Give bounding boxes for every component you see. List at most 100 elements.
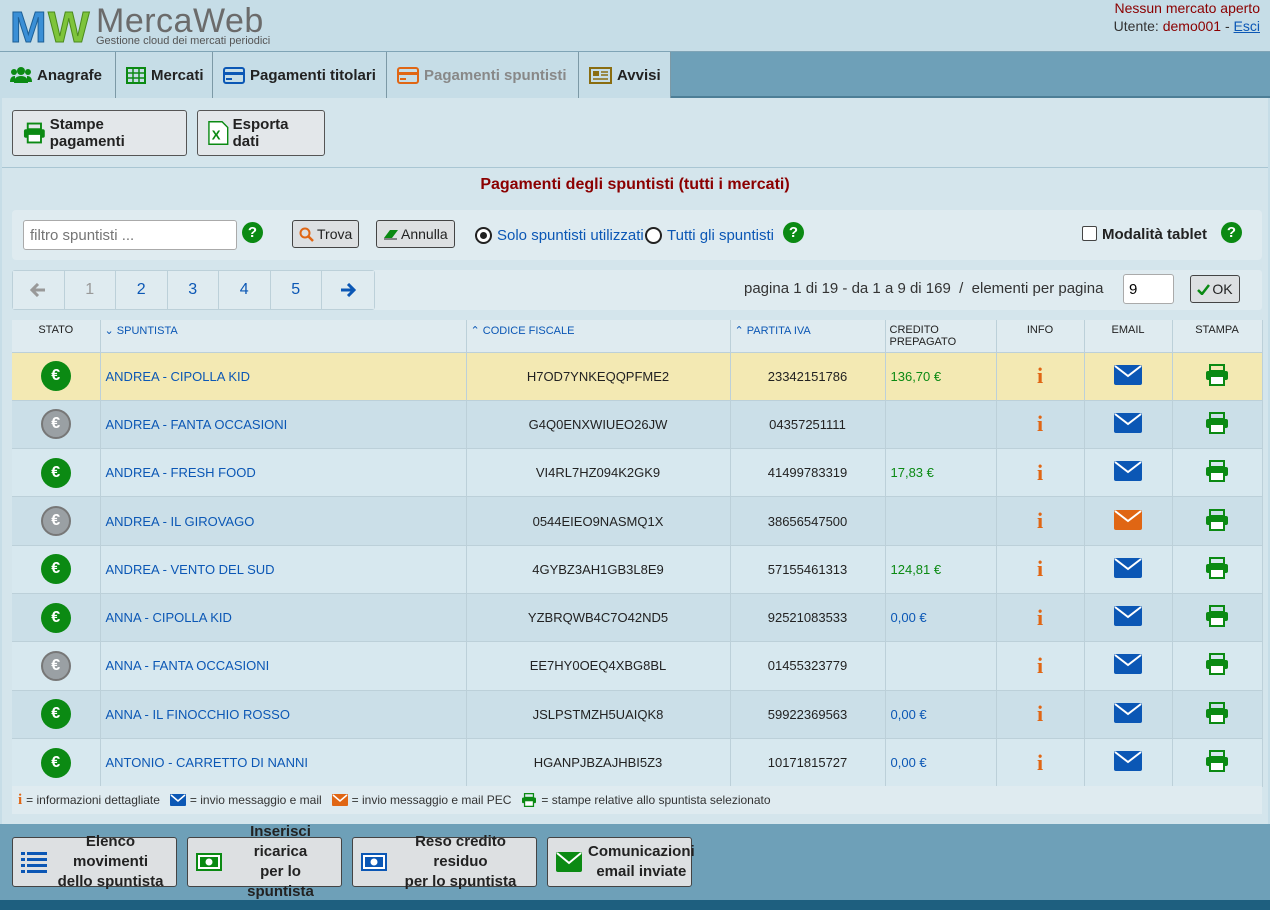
mail-icon[interactable] (1114, 461, 1142, 482)
radio-all[interactable] (645, 227, 662, 244)
email-cell[interactable] (1084, 737, 1173, 787)
tab-anagrafe[interactable]: Anagrafe (0, 52, 116, 98)
page-5[interactable]: 5 (270, 271, 322, 309)
cancel-button[interactable]: Annulla (376, 220, 455, 248)
print-cell[interactable] (1172, 641, 1263, 691)
info-cell[interactable]: i (996, 592, 1085, 642)
spuntista-name[interactable]: ANDREA - CIPOLLA KID (100, 351, 467, 401)
pec-mail-icon[interactable] (1114, 509, 1142, 530)
tablet-mode-checkbox[interactable] (1082, 226, 1097, 241)
export-data-button[interactable]: X Esporta dati (197, 110, 325, 156)
search-input[interactable] (23, 220, 237, 250)
email-cell[interactable] (1084, 544, 1173, 594)
print-cell[interactable] (1172, 351, 1263, 401)
mail-icon[interactable] (1114, 412, 1142, 433)
table-row[interactable]: € ANNA - FANTA OCCASIONI EE7HY0OEQ4XBG8BL 0… (12, 641, 1263, 691)
info-icon[interactable]: i (1037, 653, 1043, 678)
info-cell[interactable]: i (996, 351, 1085, 401)
spuntista-name[interactable]: ANTONIO - CARRETTO DI NANNI (100, 737, 467, 787)
email-cell[interactable] (1084, 448, 1173, 497)
find-button[interactable]: Trova (292, 220, 360, 248)
mail-icon[interactable] (1114, 751, 1142, 772)
mail-icon[interactable] (1114, 654, 1142, 675)
email-cell[interactable] (1084, 641, 1173, 691)
insert-recharge-button[interactable]: Inserisci ricarica per lo spuntista (187, 823, 342, 900)
table-row[interactable]: € ANDREA - VENTO DEL SUD 4GYBZ3AH1GB3L8E9 5… (12, 544, 1263, 594)
radio-used-only[interactable] (475, 227, 492, 244)
col-partita-iva[interactable]: ⌃ PARTITA IVA (730, 320, 886, 352)
info-icon[interactable]: i (1037, 411, 1043, 436)
spuntista-name[interactable]: ANNA - FANTA OCCASIONI (100, 641, 467, 691)
info-cell[interactable]: i (996, 399, 1085, 449)
info-icon[interactable]: i (1037, 701, 1043, 726)
info-icon[interactable]: i (1037, 363, 1043, 388)
page-2[interactable]: 2 (116, 271, 168, 309)
print-cell[interactable] (1172, 448, 1263, 497)
table-row[interactable]: € ANNA - CIPOLLA KID YZBRQWB4C7O42ND5 92521… (12, 592, 1263, 642)
info-icon[interactable]: i (1037, 750, 1043, 775)
email-cell[interactable] (1084, 399, 1173, 449)
info-cell[interactable]: i (996, 496, 1085, 546)
col-codice-fiscale[interactable]: ⌃ CODICE FISCALE (466, 320, 731, 352)
page-3[interactable]: 3 (167, 271, 219, 309)
per-page-input[interactable] (1123, 274, 1174, 304)
info-icon[interactable]: i (1037, 605, 1043, 630)
tab-pagamenti-titolari[interactable]: Pagamenti titolari (213, 52, 387, 98)
spuntista-name[interactable]: ANDREA - FRESH FOOD (100, 448, 467, 497)
prev-page-button[interactable] (13, 271, 65, 309)
print-payments-button[interactable]: Stampe pagamenti (12, 110, 187, 156)
print-cell[interactable] (1172, 689, 1263, 739)
movements-list-button[interactable]: Elenco movimenti dello spuntista (12, 833, 177, 890)
email-cell[interactable] (1084, 496, 1173, 546)
spuntista-name[interactable]: ANDREA - FANTA OCCASIONI (100, 399, 467, 449)
refund-credit-button[interactable]: Reso credito residuo per lo spuntista (352, 833, 537, 890)
email-cell[interactable] (1084, 592, 1173, 642)
tab-pagamenti-spuntisti[interactable]: Pagamenti spuntisti (387, 52, 579, 98)
spuntista-name[interactable]: ANDREA - VENTO DEL SUD (100, 544, 467, 594)
email-cell[interactable] (1084, 351, 1173, 401)
help-icon[interactable]: ? (1221, 222, 1242, 243)
help-icon[interactable]: ? (242, 222, 263, 243)
table-row[interactable]: € ANDREA - FRESH FOOD VI4RL7HZ094K2GK9 4149… (12, 448, 1263, 497)
mail-icon[interactable] (1114, 557, 1142, 578)
table-row[interactable]: € ANDREA - IL GIROVAGO 0544EIEO9NASMQ1X 386… (12, 496, 1263, 546)
next-page-button[interactable] (322, 271, 374, 309)
spuntista-name[interactable]: ANDREA - IL GIROVAGO (100, 496, 467, 546)
table-row[interactable]: € ANDREA - FANTA OCCASIONI G4Q0ENXWIUEO26J… (12, 399, 1263, 449)
info-cell[interactable]: i (996, 641, 1085, 691)
table-row[interactable]: € ANNA - IL FINOCCHIO ROSSO JSLPSTMZH5UAIQ… (12, 689, 1263, 739)
info-icon[interactable]: i (1037, 556, 1043, 581)
print-cell[interactable] (1172, 737, 1263, 787)
ok-button[interactable]: OK (1190, 275, 1240, 303)
tab-label: Avvisi (617, 66, 661, 84)
print-cell[interactable] (1172, 399, 1263, 449)
info-cell[interactable]: i (996, 737, 1085, 787)
radio-used-only-label[interactable]: Solo spuntisti utilizzati (497, 227, 644, 244)
codice-fiscale: H7OD7YNKEQQPFME2 (466, 351, 731, 401)
info-cell[interactable]: i (996, 448, 1085, 497)
print-cell[interactable] (1172, 544, 1263, 594)
col-spuntista[interactable]: ⌄ SPUNTISTA (100, 320, 467, 352)
tab-mercati[interactable]: Mercati (116, 52, 213, 98)
page-4[interactable]: 4 (219, 271, 271, 309)
spuntista-name[interactable]: ANNA - IL FINOCCHIO ROSSO (100, 689, 467, 739)
spuntista-name[interactable]: ANNA - CIPOLLA KID (100, 592, 467, 642)
print-cell[interactable] (1172, 592, 1263, 642)
print-cell[interactable] (1172, 496, 1263, 546)
info-cell[interactable]: i (996, 689, 1085, 739)
email-cell[interactable] (1084, 689, 1173, 739)
info-icon[interactable]: i (1037, 460, 1043, 485)
mail-icon[interactable] (1114, 702, 1142, 723)
logout-link[interactable]: Esci (1234, 18, 1260, 34)
sent-emails-button[interactable]: Comunicazioni email inviate (547, 837, 695, 887)
tab-avvisi[interactable]: Avvisi (579, 52, 671, 98)
page-1[interactable]: 1 (64, 271, 116, 309)
table-row[interactable]: € ANDREA - CIPOLLA KID H7OD7YNKEQQPFME2 233… (12, 351, 1263, 401)
help-icon[interactable]: ? (783, 222, 804, 243)
table-row[interactable]: € ANTONIO - CARRETTO DI NANNI HGANPJBZAJHB… (12, 737, 1263, 787)
mail-icon[interactable] (1114, 364, 1142, 385)
mail-icon[interactable] (1114, 606, 1142, 627)
info-cell[interactable]: i (996, 544, 1085, 594)
radio-all-label[interactable]: Tutti gli spuntisti (667, 227, 774, 244)
info-icon[interactable]: i (1037, 508, 1043, 533)
